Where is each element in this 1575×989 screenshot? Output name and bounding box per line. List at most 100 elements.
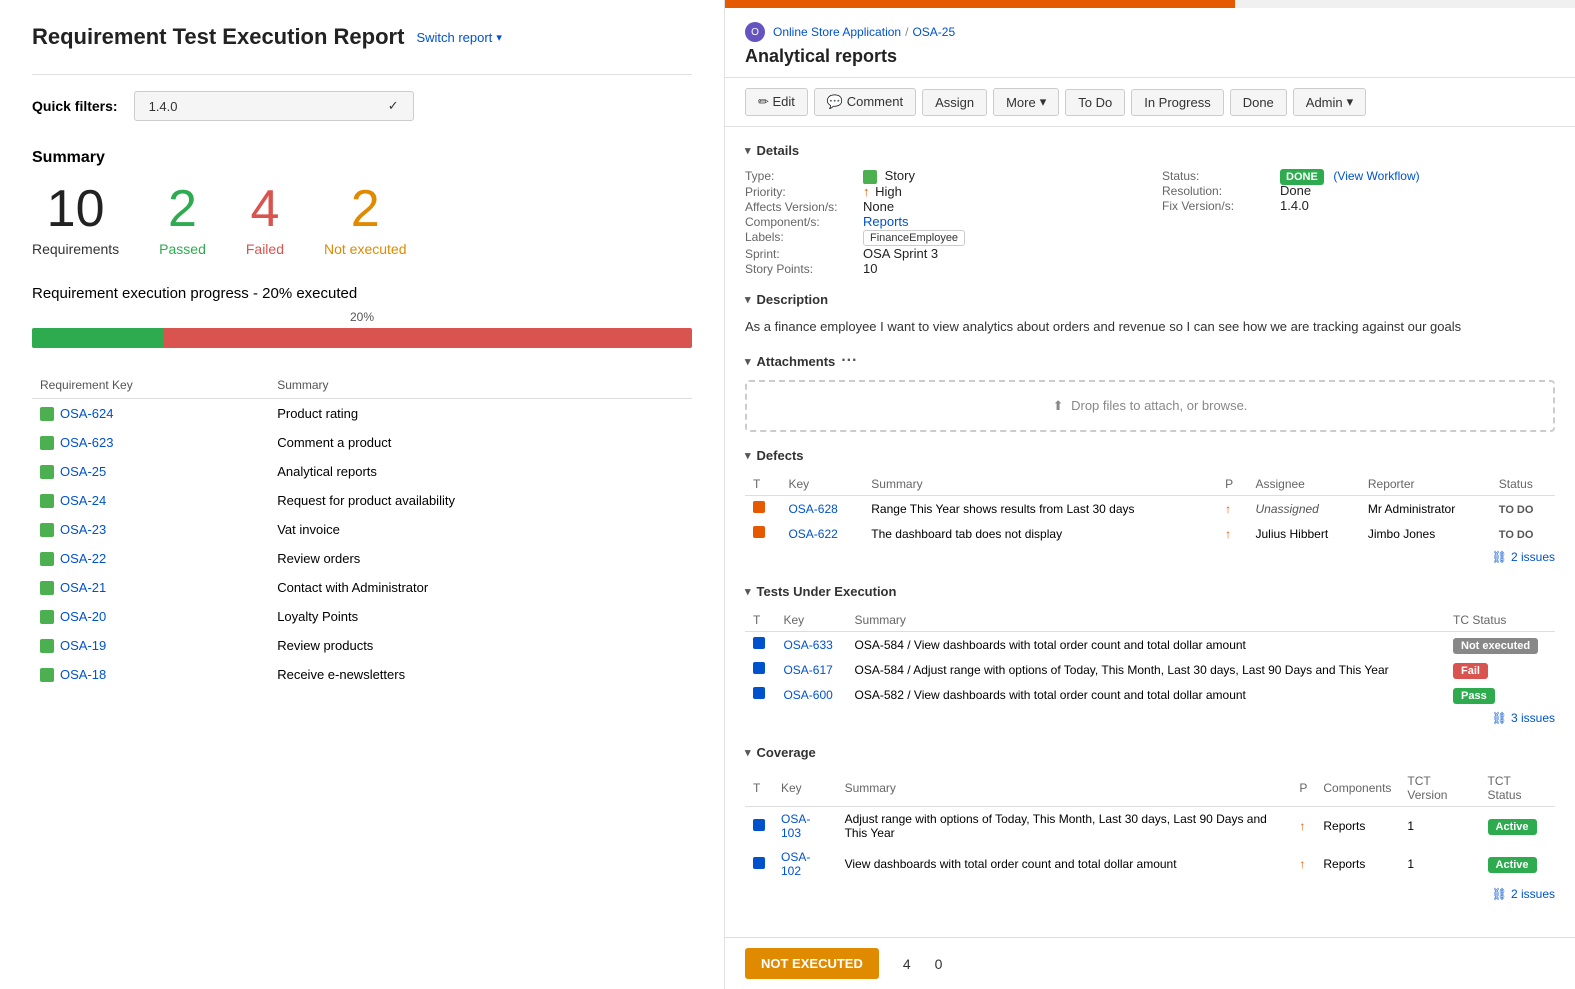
table-row[interactable]: OSA-633 OSA-584 / View dashboards with t… [745, 632, 1555, 658]
quick-filters-label: Quick filters: [32, 98, 118, 114]
sprint-label: Sprint: [745, 247, 855, 261]
req-summary: Product rating [269, 399, 692, 429]
admin-label: Admin [1306, 95, 1343, 110]
resolution-label: Resolution: [1162, 184, 1272, 198]
table-row[interactable]: OSA-617 OSA-584 / Adjust range with opti… [745, 657, 1555, 682]
tests-footer[interactable]: ⛓ 3 issues [745, 707, 1555, 729]
coverage-section-header[interactable]: Coverage [745, 745, 1555, 760]
table-row[interactable]: OSA-103 Adjust range with options of Tod… [745, 807, 1555, 846]
req-key[interactable]: OSA-25 [40, 464, 261, 479]
bottom-bar: NOT EXECUTED 4 0 [725, 937, 1575, 989]
table-row[interactable]: OSA-24 Request for product availability [32, 486, 692, 515]
attachments-section-header[interactable]: Attachments ··· [745, 352, 1555, 370]
summary-failed: 4 Failed [246, 183, 284, 257]
details-section-header[interactable]: Details [745, 143, 1555, 158]
table-row[interactable]: OSA-102 View dashboards with total order… [745, 845, 1555, 883]
in-progress-button[interactable]: In Progress [1131, 89, 1223, 116]
table-row[interactable]: OSA-628 Range This Year shows results fr… [745, 496, 1555, 522]
table-row[interactable]: OSA-20 Loyalty Points [32, 602, 692, 631]
coverage-table: T Key Summary P Components TCT Version T… [745, 770, 1555, 883]
defect-assignee: Julius Hibbert [1247, 521, 1359, 546]
cov-col-status: TCT Status [1480, 770, 1555, 807]
req-key[interactable]: OSA-18 [40, 667, 261, 682]
req-summary: Review products [269, 631, 692, 660]
defect-summary: Range This Year shows results from Last … [863, 496, 1217, 522]
affects-value: None [863, 199, 894, 214]
req-key[interactable]: OSA-623 [40, 435, 261, 450]
progress-bar-green [32, 328, 164, 348]
coverage-footer[interactable]: ⛓ 2 issues [745, 883, 1555, 905]
coverage-summary: Adjust range with options of Today, This… [837, 807, 1292, 846]
table-row[interactable]: OSA-622 The dashboard tab does not displ… [745, 521, 1555, 546]
story-points-label: Story Points: [745, 262, 855, 276]
assign-button[interactable]: Assign [922, 89, 987, 116]
more-arrow-icon: ▾ [1040, 94, 1047, 110]
table-row[interactable]: OSA-19 Review products [32, 631, 692, 660]
attach-drop-text: Drop files to attach, or browse. [1071, 398, 1247, 413]
comment-button[interactable]: 💬 Comment [814, 88, 916, 116]
link-icon-tests: ⛓ [1492, 711, 1507, 725]
fix-version-row: Fix Version/s: 1.4.0 [1162, 198, 1555, 213]
defect-key[interactable]: OSA-628 [788, 502, 837, 516]
edit-button[interactable]: ✏ Edit [745, 88, 808, 116]
attachments-more-icon[interactable]: ··· [841, 352, 857, 370]
defects-section: Defects T Key Summary P Assignee Reporte… [745, 448, 1555, 568]
coverage-key[interactable]: OSA-102 [781, 850, 810, 878]
req-key[interactable]: OSA-21 [40, 580, 261, 595]
coverage-components: Reports [1315, 845, 1399, 883]
component-value[interactable]: Reports [863, 214, 909, 229]
req-key[interactable]: OSA-19 [40, 638, 261, 653]
attach-drop-zone[interactable]: ⬆ Drop files to attach, or browse. [745, 380, 1555, 432]
todo-button[interactable]: To Do [1065, 89, 1125, 116]
admin-arrow-icon: ▾ [1347, 94, 1354, 110]
table-row[interactable]: OSA-21 Contact with Administrator [32, 573, 692, 602]
defect-key[interactable]: OSA-622 [788, 527, 837, 541]
req-key[interactable]: OSA-23 [40, 522, 261, 537]
table-row[interactable]: OSA-25 Analytical reports [32, 457, 692, 486]
description-section-header[interactable]: Description [745, 292, 1555, 307]
req-key[interactable]: OSA-24 [40, 493, 261, 508]
progress-title-bold: Requirement execution progress [32, 285, 249, 302]
tests-section-header[interactable]: Tests Under Execution [745, 584, 1555, 599]
coverage-version: 1 [1399, 845, 1479, 883]
switch-report-button[interactable]: Switch report [416, 30, 501, 45]
top-bar-accent [725, 0, 1575, 8]
defects-footer[interactable]: ⛓ 2 issues [745, 546, 1555, 568]
test-key[interactable]: OSA-633 [783, 638, 832, 652]
test-key[interactable]: OSA-617 [783, 663, 832, 677]
table-row[interactable]: OSA-624 Product rating [32, 399, 692, 429]
req-key[interactable]: OSA-20 [40, 609, 261, 624]
breadcrumb-issue[interactable]: OSA-25 [912, 25, 955, 39]
defects-count: 2 issues [1511, 550, 1555, 564]
attachments-section: Attachments ··· ⬆ Drop files to attach, … [745, 352, 1555, 432]
table-row[interactable]: OSA-18 Receive e-newsletters [32, 660, 692, 689]
admin-button[interactable]: Admin ▾ [1293, 88, 1366, 116]
resolution-row: Resolution: Done [1162, 183, 1555, 198]
more-button[interactable]: More ▾ [993, 88, 1059, 116]
req-key[interactable]: OSA-22 [40, 551, 261, 566]
coverage-status: Active [1488, 857, 1537, 873]
tests-col-t: T [745, 609, 775, 632]
table-row[interactable]: OSA-23 Vat invoice [32, 515, 692, 544]
summary-title: Summary [32, 149, 692, 167]
req-key[interactable]: OSA-624 [40, 406, 261, 421]
test-key[interactable]: OSA-600 [783, 688, 832, 702]
bottom-stat-1: 4 [903, 956, 911, 972]
coverage-key[interactable]: OSA-103 [781, 812, 810, 840]
defects-section-header[interactable]: Defects [745, 448, 1555, 463]
coverage-type-icon [753, 819, 765, 831]
table-row[interactable]: OSA-22 Review orders [32, 544, 692, 573]
table-row[interactable]: OSA-600 OSA-582 / View dashboards with t… [745, 682, 1555, 707]
defect-status: TO DO [1499, 529, 1534, 541]
type-row: Type: Story [745, 168, 1138, 184]
details-section: Details Type: Story Priority: ↑ [745, 143, 1555, 276]
not-executed-button[interactable]: NOT EXECUTED [745, 948, 879, 979]
filter-dropdown[interactable]: 1.4.0 ✓ [134, 91, 414, 121]
story-icon [40, 523, 54, 537]
test-summary: OSA-584 / Adjust range with options of T… [847, 657, 1445, 682]
table-row[interactable]: OSA-623 Comment a product [32, 428, 692, 457]
view-workflow-link[interactable]: (View Workflow) [1333, 169, 1419, 183]
breadcrumb-app[interactable]: Online Store Application [773, 25, 901, 39]
done-button[interactable]: Done [1230, 89, 1287, 116]
defect-summary: The dashboard tab does not display [863, 521, 1217, 546]
